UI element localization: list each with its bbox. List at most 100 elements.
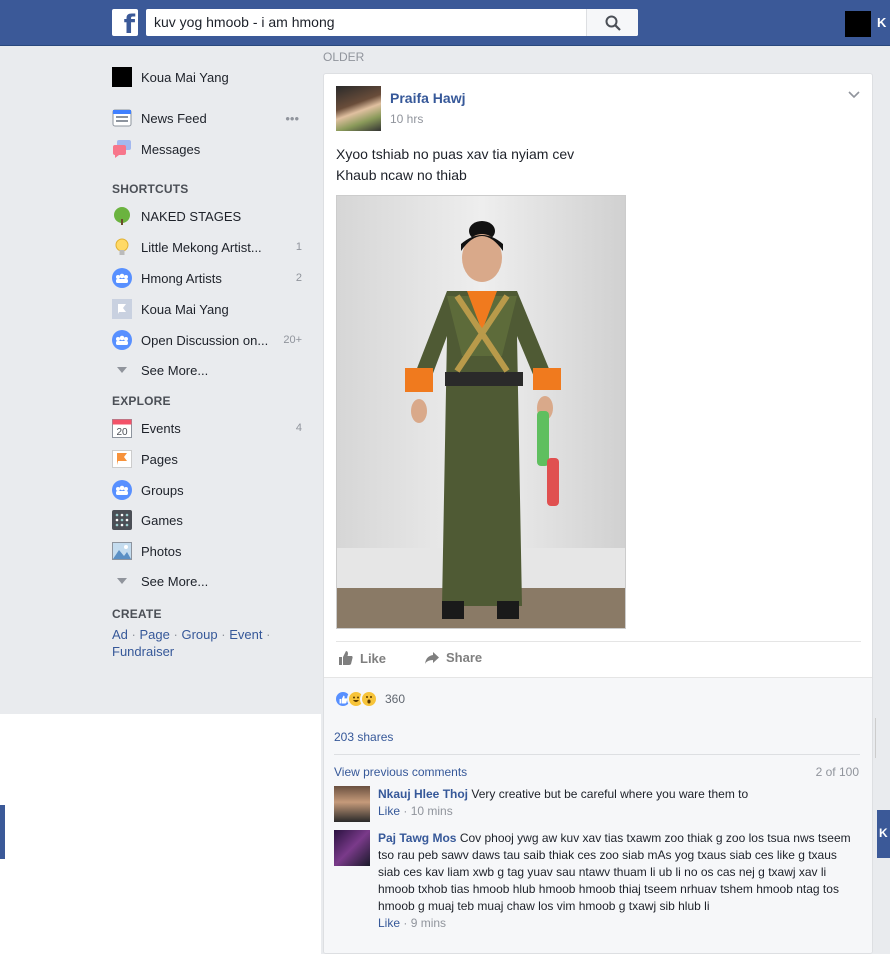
- sidebar-item-label: Hmong Artists: [141, 270, 222, 286]
- sidebar-item-events[interactable]: 20 Events 4: [112, 416, 307, 440]
- calendar-icon: 20: [112, 418, 132, 438]
- sidebar-item-label: Little Mekong Artist...: [141, 239, 262, 255]
- search-button[interactable]: [586, 9, 638, 36]
- share-label: Share: [446, 650, 483, 665]
- comment-count: 2 of 100: [815, 765, 859, 779]
- see-more-link[interactable]: See More...: [141, 363, 208, 378]
- more-options-icon[interactable]: •••: [285, 111, 299, 126]
- create-fundraiser-link[interactable]: Fundraiser: [112, 644, 174, 659]
- search-bar[interactable]: kuv yog hmoob - i am hmong: [146, 9, 638, 36]
- tree-icon: [112, 206, 132, 226]
- profile-avatar: [112, 67, 132, 87]
- sidebar-item-label: Events: [141, 420, 181, 436]
- facebook-logo-icon[interactable]: f: [112, 9, 138, 38]
- sidebar-profile[interactable]: Koua Mai Yang: [112, 65, 307, 89]
- separator: ·: [221, 627, 226, 642]
- create-event-link[interactable]: Event: [229, 627, 262, 642]
- user-name-initial[interactable]: K: [877, 15, 886, 30]
- overlay-blank-panel: [0, 714, 321, 954]
- photos-icon: [112, 541, 132, 561]
- item-count: 1: [295, 241, 302, 253]
- comment-time[interactable]: 9 mins: [411, 916, 446, 930]
- sidebar-item-groups[interactable]: Groups: [112, 478, 307, 502]
- comment-like-button[interactable]: Like: [378, 804, 400, 818]
- see-more-link[interactable]: See More...: [141, 574, 208, 589]
- comment-text: Very creative but be careful where you w…: [471, 787, 749, 801]
- sidebar-item-news-feed[interactable]: News Feed •••: [112, 106, 307, 130]
- chevron-down-icon: [112, 360, 132, 380]
- post-text: Xyoo tshiab no puas xav tia nyiam cev Kh…: [336, 144, 574, 186]
- item-count: 4: [295, 422, 302, 434]
- post-photo[interactable]: [336, 195, 626, 629]
- shares-count[interactable]: 203 shares: [334, 730, 393, 744]
- search-input[interactable]: kuv yog hmoob - i am hmong: [154, 14, 335, 30]
- sidebar-item-label: NAKED STAGES: [141, 208, 242, 224]
- see-more-shortcuts[interactable]: See More...: [112, 358, 307, 382]
- thumbs-up-icon: [339, 651, 353, 665]
- separator: ·: [131, 627, 136, 642]
- post-text-line: Khaub ncaw no thiab: [336, 167, 467, 183]
- separator: ·: [173, 627, 178, 642]
- create-group-link[interactable]: Group: [181, 627, 217, 642]
- group-icon: [112, 268, 132, 288]
- games-icon: [112, 510, 132, 530]
- flag-icon: [112, 449, 132, 469]
- sidebar-item-label: Koua Mai Yang: [141, 69, 229, 85]
- sidebar-item-games[interactable]: Games: [112, 508, 307, 532]
- sidebar-item-open-discussion[interactable]: Open Discussion on... 20+: [112, 328, 307, 352]
- post-timestamp[interactable]: 10 hrs: [390, 112, 423, 126]
- chevron-down-icon: [112, 571, 132, 591]
- author-avatar[interactable]: [336, 86, 381, 131]
- like-label: Like: [360, 650, 387, 666]
- group-icon: [112, 330, 132, 350]
- sidebar-item-label: Games: [141, 512, 183, 528]
- top-navigation-bar: f kuv yog hmoob - i am hmong K: [0, 0, 890, 46]
- separator: ·: [266, 627, 271, 642]
- divider: [336, 641, 861, 642]
- share-button[interactable]: Share: [424, 650, 482, 665]
- edge-strip: [875, 718, 890, 758]
- shortcuts-heading: SHORTCUTS: [112, 182, 189, 196]
- commenter-avatar[interactable]: [334, 830, 370, 866]
- messages-icon: [112, 139, 132, 159]
- sidebar-item-hmong-artists[interactable]: Hmong Artists 2: [112, 266, 307, 290]
- sidebar-item-label: Pages: [141, 451, 178, 467]
- like-button[interactable]: Like: [338, 650, 386, 666]
- search-icon: [605, 15, 621, 31]
- calendar-day: 20: [116, 427, 128, 438]
- edge-strip: [0, 805, 5, 859]
- older-section-label: OLDER: [323, 50, 365, 64]
- reaction-count[interactable]: 360: [385, 692, 405, 706]
- edge-strip: K: [877, 810, 890, 858]
- explore-heading: EXPLORE: [112, 394, 171, 408]
- news-feed-icon: [112, 108, 132, 128]
- commenter-avatar[interactable]: [334, 786, 370, 822]
- user-avatar[interactable]: [845, 11, 871, 37]
- post-author-name[interactable]: Praifa Hawj: [390, 90, 465, 106]
- comment-time[interactable]: 10 mins: [411, 804, 453, 818]
- comment-like-button[interactable]: Like: [378, 916, 400, 930]
- create-ad-link[interactable]: Ad: [112, 627, 128, 642]
- see-more-explore[interactable]: See More...: [112, 569, 307, 593]
- page-flag-icon: [112, 299, 132, 319]
- sidebar-item-messages[interactable]: Messages: [112, 137, 307, 161]
- sidebar-item-label: Koua Mai Yang: [141, 301, 229, 317]
- sidebar-item-photos[interactable]: Photos: [112, 539, 307, 563]
- post-options-chevron-icon[interactable]: [848, 88, 860, 102]
- sidebar-item-pages[interactable]: Pages: [112, 447, 307, 471]
- wow-reaction-icon: [360, 690, 378, 708]
- commenter-name[interactable]: Paj Tawg Mos: [378, 831, 456, 845]
- sidebar-item-little-mekong[interactable]: Little Mekong Artist... 1: [112, 235, 307, 259]
- sidebar-item-label: Messages: [141, 141, 201, 157]
- post-feedback-section: 360 203 shares View previous comments 2 …: [324, 677, 872, 953]
- reactions-summary[interactable]: 360: [334, 690, 405, 708]
- create-page-link[interactable]: Page: [140, 627, 170, 642]
- item-count: 2: [295, 272, 302, 284]
- lightbulb-icon: [112, 237, 132, 257]
- sidebar-item-label: Photos: [141, 543, 182, 559]
- sidebar-item-naked-stages[interactable]: NAKED STAGES: [112, 204, 307, 228]
- sidebar-item-label: News Feed: [141, 110, 207, 126]
- commenter-name[interactable]: Nkauj Hlee Thoj: [378, 787, 468, 801]
- view-previous-comments-link[interactable]: View previous comments: [334, 765, 467, 779]
- sidebar-item-koua-mai-yang-page[interactable]: Koua Mai Yang: [112, 297, 307, 321]
